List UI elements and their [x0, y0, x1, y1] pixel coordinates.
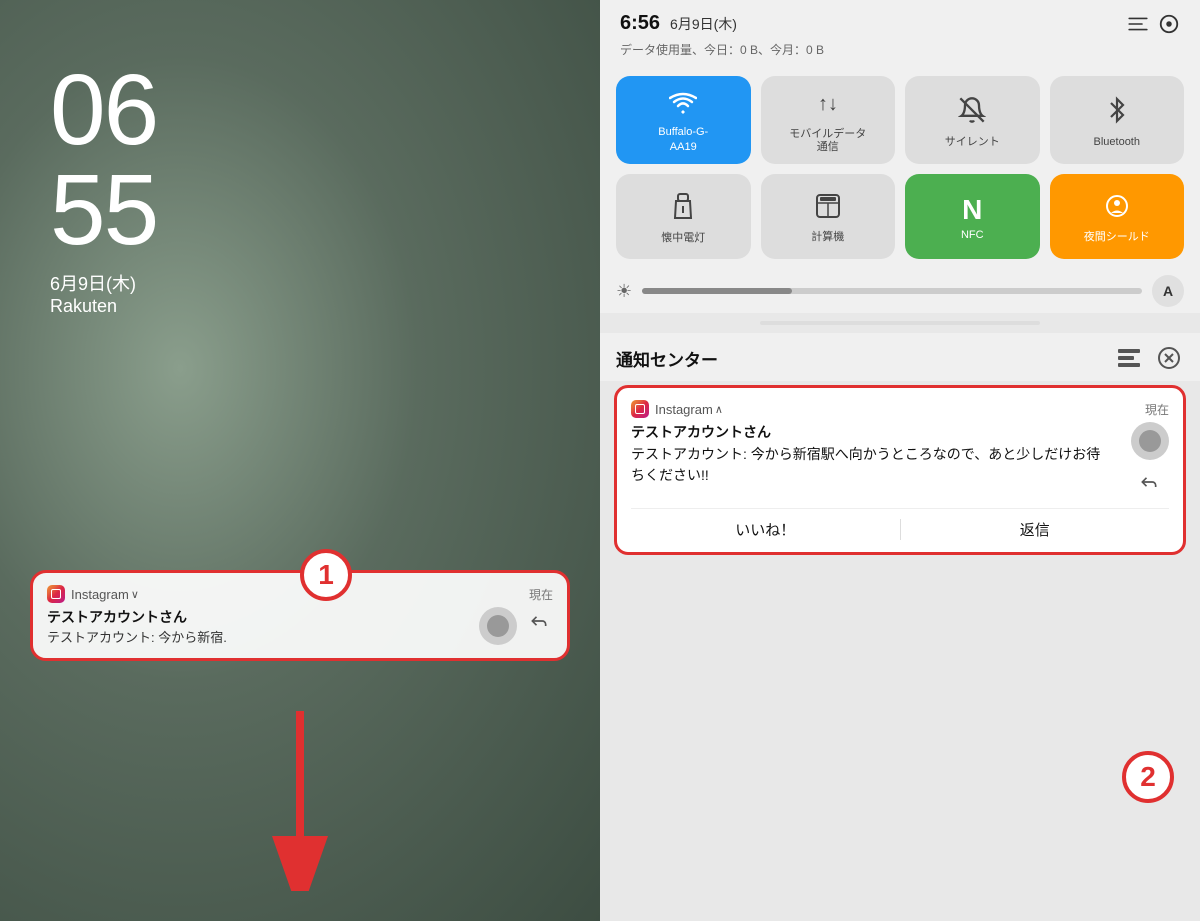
settings-icon[interactable]	[1158, 13, 1180, 35]
notif1-reply-button[interactable]	[525, 607, 553, 635]
tile-calculator[interactable]: 計算機	[761, 174, 896, 259]
notif1-sender: テストアカウントさん	[47, 607, 469, 627]
tile-silent[interactable]: サイレント	[905, 76, 1040, 164]
clock-minute: 55	[50, 160, 560, 260]
flashlight-label: 懐中電灯	[661, 231, 705, 245]
data-usage-text: データ使用量、今日：0 B、今月：0 B	[620, 43, 824, 57]
notif1-chevron: ∨	[131, 588, 139, 601]
calculator-label: 計算機	[811, 230, 844, 244]
notification-2[interactable]: Instagram ∧ 現在 テストアカウントさん テストアカウント: 今から新…	[614, 385, 1186, 555]
badge-1: 1	[300, 549, 352, 601]
mobile-data-label: モバイルデータ通信	[789, 128, 866, 154]
status-icons	[1128, 13, 1180, 35]
notification-center-icons	[1114, 343, 1184, 373]
bluetooth-icon	[1106, 96, 1128, 131]
notif2-sender: テストアカウントさん	[631, 422, 1111, 442]
tile-nfc[interactable]: N NFC	[905, 174, 1040, 259]
bluetooth-label: Bluetooth	[1094, 135, 1140, 149]
nfc-label: NFC	[961, 228, 984, 242]
tile-wifi[interactable]: Buffalo-G- AA19	[616, 76, 751, 164]
right-panel: 6:56 6月9日(木) データ使用量、今日：0 B、今月：0 B	[600, 0, 1200, 921]
notif1-body: テストアカウントさん テストアカウント: 今から新宿.	[47, 607, 553, 646]
notification-center-title: 通知センター	[616, 346, 1114, 371]
notif-center-close-icon[interactable]	[1154, 343, 1184, 373]
silent-icon	[958, 96, 986, 131]
carrier-display: Rakuten	[50, 296, 560, 317]
instagram-icon	[47, 585, 65, 603]
date-display: 6月9日(木)	[50, 270, 560, 296]
night-shield-icon	[1103, 193, 1131, 226]
notification-center-header: 通知センター	[600, 333, 1200, 381]
wifi-icon	[669, 90, 697, 121]
calculator-icon	[815, 193, 841, 226]
notif1-message: テストアカウント: 今から新宿.	[47, 627, 469, 646]
flashlight-icon	[671, 192, 695, 227]
notif2-reply-button[interactable]	[1135, 468, 1163, 496]
status-bar: 6:56 6月9日(木)	[600, 0, 1200, 39]
nfc-icon: N	[962, 196, 982, 224]
notif2-text-area: テストアカウントさん テストアカウント: 今から新宿駅へ向かうところなので、あと…	[631, 422, 1111, 486]
brightness-fill	[642, 288, 792, 294]
tile-night-shield[interactable]: 夜間シールド	[1050, 174, 1185, 259]
menu-icon	[1128, 16, 1148, 32]
notif2-chevron: ∧	[715, 403, 723, 416]
badge-2: 2	[1122, 751, 1174, 803]
notif2-app-name: Instagram	[655, 402, 713, 417]
notif2-avatar	[1131, 422, 1169, 460]
notif2-actions: いいね！ 返信	[631, 508, 1169, 540]
notif1-app-name: Instagram	[71, 587, 129, 602]
tile-mobile-data[interactable]: ↑↓ モバイルデータ通信	[761, 76, 896, 164]
notif1-avatar	[479, 607, 517, 645]
like-button[interactable]: いいね！	[631, 519, 900, 540]
notif-center-list-icon[interactable]	[1114, 343, 1144, 373]
mobile-data-icon: ↑↓	[814, 90, 842, 124]
brightness-row: ☀ A	[600, 269, 1200, 313]
notif1-text-area: テストアカウントさん テストアカウント: 今から新宿.	[47, 607, 469, 646]
notif2-header: Instagram ∧ 現在	[631, 400, 1169, 418]
notification-1[interactable]: Instagram ∨ 現在 テストアカウントさん テストアカウント: 今から新…	[30, 570, 570, 661]
svg-text:↑↓: ↑↓	[818, 93, 838, 115]
notif1-time: 現在	[529, 586, 553, 603]
silent-label: サイレント	[945, 135, 1000, 149]
data-usage-bar: データ使用量、今日：0 B、今月：0 B	[600, 39, 1200, 66]
status-date: 6月9日(木)	[670, 14, 737, 34]
status-time: 6:56	[620, 12, 660, 35]
font-size-button[interactable]: A	[1152, 275, 1184, 307]
quick-tiles-row1: Buffalo-G- AA19 ↑↓ モバイルデータ通信 サイレント	[600, 66, 1200, 174]
notif2-message: テストアカウント: 今から新宿駅へ向かうところなので、あと少しだけお待ちください…	[631, 444, 1111, 486]
wifi-label: Buffalo-G- AA19	[658, 125, 708, 154]
notif2-body: テストアカウントさん テストアカウント: 今から新宿駅へ向かうところなので、あと…	[631, 422, 1169, 496]
left-panel: 06 55 6月9日(木) Rakuten Instagram ∨ 現在 テスト…	[0, 0, 600, 921]
tile-bluetooth[interactable]: Bluetooth	[1050, 76, 1185, 164]
divider	[760, 321, 1040, 325]
tile-flashlight[interactable]: 懐中電灯	[616, 174, 751, 259]
notif1-header: Instagram ∨ 現在	[47, 585, 553, 603]
brightness-icon: ☀	[616, 281, 632, 302]
reply-button[interactable]: 返信	[901, 519, 1170, 540]
left-content: 06 55 6月9日(木) Rakuten	[0, 0, 600, 317]
notif2-time: 現在	[1145, 401, 1169, 418]
quick-tiles-row2: 懐中電灯 計算機 N NFC	[600, 174, 1200, 269]
night-shield-label: 夜間シールド	[1084, 230, 1150, 244]
notif2-instagram-icon	[631, 400, 649, 418]
clock-hour: 06	[50, 60, 560, 160]
brightness-bar[interactable]	[642, 288, 1142, 294]
swipe-down-arrow	[270, 711, 330, 891]
